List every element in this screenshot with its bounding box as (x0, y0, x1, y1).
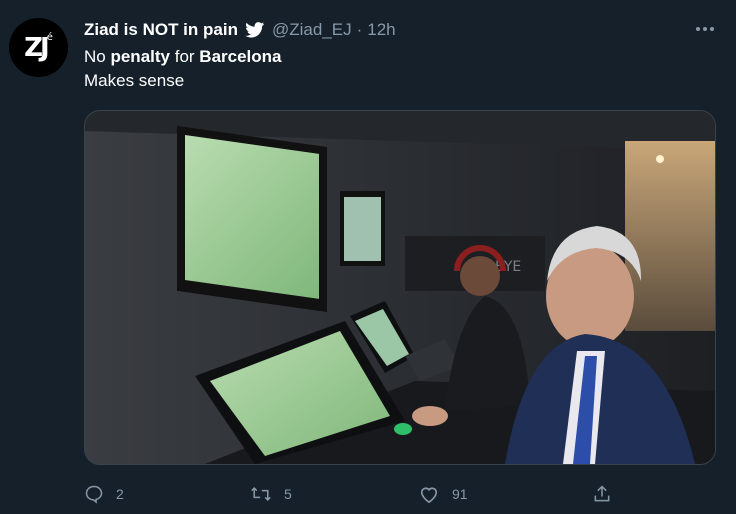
text-bold-penalty: penalty (110, 47, 170, 66)
more-icon[interactable] (692, 16, 718, 42)
handle[interactable]: @Ziad_EJ (272, 20, 352, 40)
text-plain-1: No (84, 47, 111, 66)
separator-dot: · (356, 20, 363, 39)
like-icon (418, 484, 440, 504)
share-button[interactable] (592, 478, 612, 510)
reply-count: 2 (116, 486, 124, 502)
like-count: 91 (452, 486, 468, 502)
tweet-photo[interactable]: EYE (84, 110, 716, 465)
reply-icon (84, 484, 104, 504)
retweet-count: 5 (284, 486, 292, 502)
var-room-photo: EYE (85, 111, 715, 464)
bird-icon (245, 22, 265, 38)
share-icon (592, 484, 612, 504)
tweet-card[interactable]: ZJ é Ziad is NOT in pain @Ziad_EJ · 12h N… (0, 0, 736, 514)
avatar[interactable]: ZJ é (9, 18, 68, 77)
retweet-button[interactable]: 5 (250, 478, 292, 510)
text-plain-2: for (170, 47, 200, 66)
like-button[interactable]: 91 (418, 478, 468, 510)
avatar-initials: ZJ (24, 32, 49, 63)
retweet-icon (250, 484, 272, 504)
tweet-text-line-1: No penalty for Barcelona (84, 45, 282, 69)
text-bold-barcelona: Barcelona (199, 47, 282, 66)
tweet-header: Ziad is NOT in pain @Ziad_EJ · 12h (84, 17, 396, 43)
tweet-text: No penalty for Barcelona Makes sense (84, 45, 282, 93)
timestamp[interactable]: 12h (367, 20, 395, 40)
tweet-actions: 2 5 91 (0, 478, 736, 510)
tweet-text-line-2: Makes sense (84, 71, 185, 90)
avatar-accent: é (46, 32, 53, 43)
reply-button[interactable]: 2 (84, 478, 124, 510)
display-name[interactable]: Ziad is NOT in pain (84, 20, 238, 40)
